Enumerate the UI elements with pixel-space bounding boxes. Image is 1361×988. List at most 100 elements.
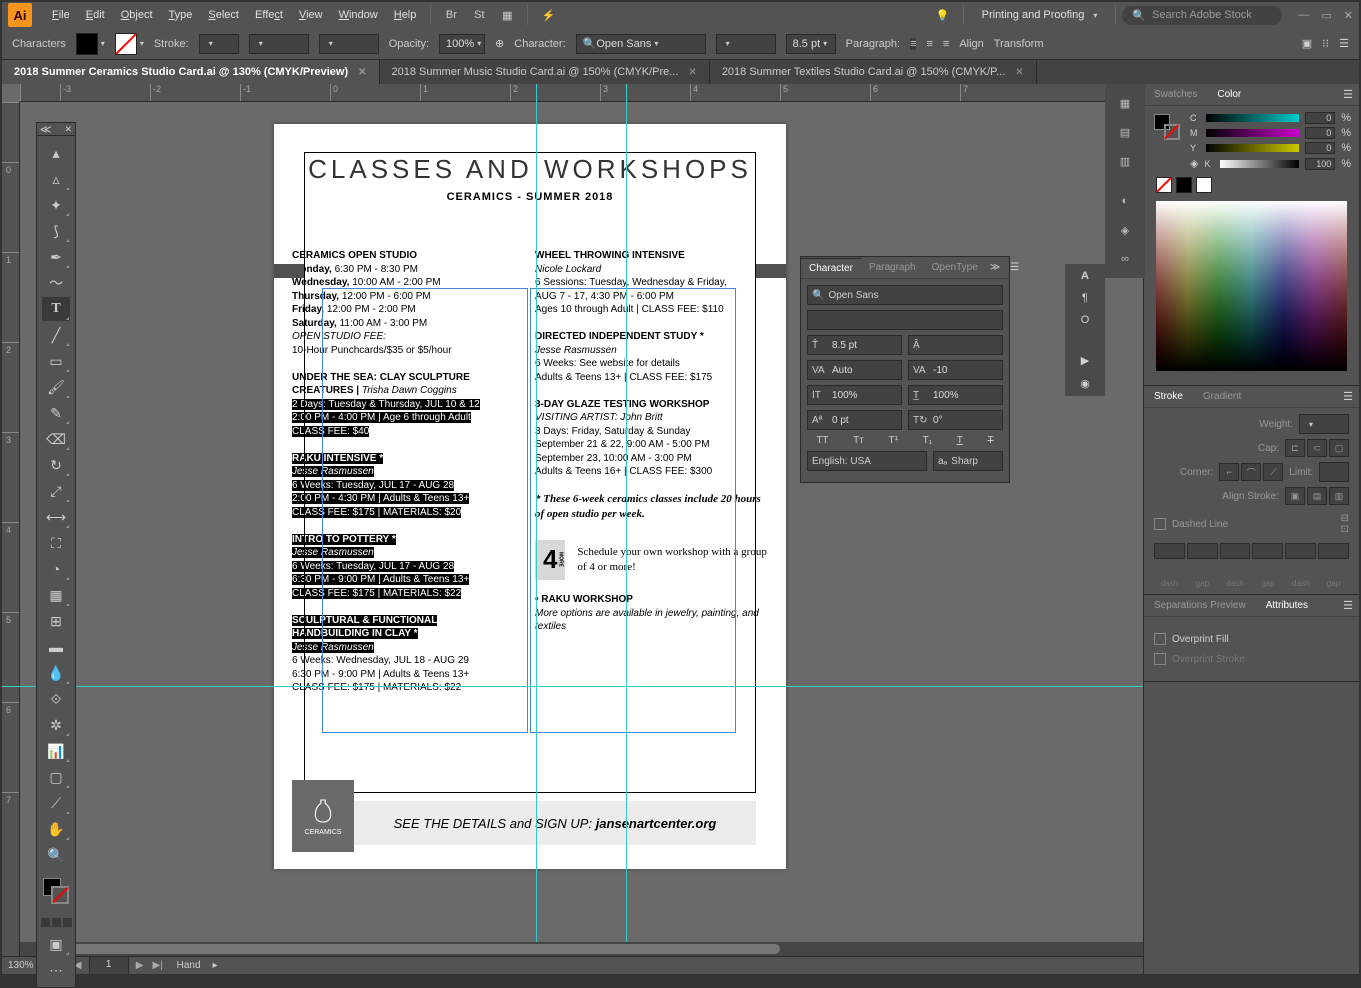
align-left-icon[interactable]: ≡ (910, 38, 916, 50)
workspace-switcher[interactable]: Printing and Proofing (970, 5, 1110, 25)
para-icon[interactable]: ¶ (1082, 292, 1088, 304)
hand-tool[interactable]: ✋ (42, 817, 70, 841)
miter-limit[interactable] (1319, 462, 1349, 482)
panel-menu-icon[interactable]: ☰ (1337, 390, 1359, 403)
play-icon[interactable]: ▶ (1081, 354, 1089, 367)
fill-swatch[interactable] (76, 33, 105, 55)
stroke-tab[interactable]: Stroke (1144, 387, 1193, 406)
tracking-field[interactable]: VA (908, 360, 1003, 380)
gradient-tab[interactable]: Gradient (1193, 387, 1251, 406)
panel-menu-icon[interactable]: ☰ (1337, 599, 1359, 612)
arrange-icon[interactable]: ▦ (495, 3, 519, 27)
black-slider[interactable] (1220, 160, 1299, 168)
last-artboard-icon[interactable]: ▶| (151, 960, 165, 971)
corner-bevel-icon[interactable]: ⟋ (1263, 463, 1283, 481)
menu-edit[interactable]: Edit (78, 4, 113, 26)
lasso-tool[interactable]: ⟆ (42, 219, 70, 243)
scale-tool[interactable]: ⤢ (42, 479, 70, 503)
opentype-panel-tab[interactable]: OpenType (924, 258, 986, 277)
color-spectrum[interactable] (1156, 201, 1347, 371)
align-outside-icon[interactable]: ▥ (1329, 487, 1349, 505)
font-style-field[interactable] (807, 310, 1003, 330)
links-icon[interactable]: ∞ (1111, 246, 1139, 272)
superscript-icon[interactable]: T¹ (889, 435, 898, 446)
artboard-number[interactable]: 1 (89, 956, 129, 975)
edit-toolbar[interactable]: ⋯ (42, 958, 70, 982)
properties-icon[interactable]: ▦ (1111, 90, 1139, 116)
magenta-slider[interactable] (1206, 129, 1299, 137)
font-family-input[interactable]: 🔍 Open Sans (576, 34, 706, 54)
minimize-icon[interactable]: — (1298, 9, 1309, 22)
vscale-field[interactable]: IT (807, 385, 902, 405)
color-mode-buttons[interactable] (41, 918, 72, 927)
dash-preserve-icon[interactable]: ⊟ (1341, 513, 1349, 524)
hscale-field[interactable]: T̲ (908, 385, 1003, 405)
bridge-icon[interactable]: Br (439, 3, 463, 27)
underline-icon[interactable]: T (957, 435, 963, 446)
shape-builder-tool[interactable]: ◔ (42, 557, 70, 581)
line-tool[interactable]: ╱ (42, 323, 70, 347)
doc-tab-1[interactable]: 2018 Summer Ceramics Studio Card.ai @ 13… (2, 60, 380, 84)
none-swatch[interactable] (1156, 177, 1172, 193)
next-artboard-icon[interactable]: ▶ (133, 960, 147, 971)
blend-tool[interactable]: ⟐ (42, 687, 70, 711)
pen-tool[interactable]: ✒ (42, 245, 70, 269)
close-tab-icon[interactable]: ✕ (688, 67, 696, 78)
gpu-icon[interactable]: ⚡ (536, 3, 560, 27)
char-icon[interactable]: A (1081, 270, 1089, 282)
profile-input[interactable] (319, 34, 379, 54)
menu-view[interactable]: View (291, 4, 331, 26)
close-tab-icon[interactable]: ✕ (358, 67, 366, 78)
color-fill-stroke[interactable] (1154, 114, 1180, 140)
search-input[interactable]: 🔍 Search Adobe Stock (1122, 6, 1282, 25)
font-size-field[interactable]: T̂ (807, 335, 902, 355)
direct-selection-tool[interactable]: ▵ (42, 167, 70, 191)
scrollbar-horizontal[interactable] (20, 942, 1143, 956)
opacity-input[interactable]: 100% (439, 34, 485, 54)
align-center-icon[interactable]: ≡ (926, 38, 932, 50)
graph-tool[interactable]: 📊 (42, 739, 70, 763)
rotation-field[interactable]: T↻ (908, 410, 1003, 430)
char-panel-tab[interactable]: Character (801, 258, 861, 278)
corner-round-icon[interactable]: ⌒ (1241, 463, 1261, 481)
allcaps-icon[interactable]: TT (816, 435, 828, 446)
language-field[interactable]: English: USA (807, 451, 927, 471)
attributes-tab[interactable]: Attributes (1256, 596, 1318, 615)
collapse-icon[interactable]: ≫ (986, 262, 1004, 273)
para-panel-tab[interactable]: Paragraph (861, 258, 924, 277)
panel-menu-icon[interactable]: ☰ (1337, 88, 1359, 101)
color-tab[interactable]: Color (1207, 85, 1251, 104)
perspective-tool[interactable]: ▦ (42, 583, 70, 607)
align-center-icon[interactable]: ▣ (1285, 487, 1305, 505)
rectangle-tool[interactable]: ▭ (42, 349, 70, 373)
cube-icon[interactable]: ◈ (1190, 157, 1198, 170)
canvas[interactable]: -3-2-101234567 01234567 CLASSES AND WORK… (2, 84, 1143, 974)
stock-icon[interactable]: St (467, 3, 491, 27)
subscript-icon[interactable]: T₁ (923, 435, 932, 446)
yellow-slider[interactable] (1206, 144, 1299, 152)
menu-file[interactable]: File (44, 4, 78, 26)
close-icon[interactable]: ✕ (1344, 9, 1353, 22)
maximize-icon[interactable]: ▭ (1321, 9, 1331, 22)
white-swatch[interactable] (1196, 177, 1212, 193)
rotate-tool[interactable]: ↻ (42, 453, 70, 477)
fill-stroke-indicator[interactable] (41, 876, 71, 906)
curvature-tool[interactable]: 〜 (42, 271, 70, 295)
cyan-slider[interactable] (1206, 114, 1299, 122)
font-style-input[interactable] (716, 34, 776, 54)
menu-help[interactable]: Help (386, 4, 425, 26)
menu-select[interactable]: Select (200, 4, 247, 26)
recolor-icon[interactable]: ⊕ (495, 37, 504, 50)
mesh-tool[interactable]: ⊞ (42, 609, 70, 633)
corner-miter-icon[interactable]: ⌐ (1219, 463, 1239, 481)
doc-tab-3[interactable]: 2018 Summer Textiles Studio Card.ai @ 15… (710, 60, 1037, 84)
kerning-field[interactable]: VA (807, 360, 902, 380)
type-tool[interactable]: T (42, 297, 70, 321)
eyedropper-tool[interactable]: 💧 (42, 661, 70, 685)
cap-butt-icon[interactable]: ⊏ (1285, 439, 1305, 457)
menu-type[interactable]: Type (161, 4, 201, 26)
dash-align-icon[interactable]: ⊡ (1341, 524, 1349, 535)
symbol-sprayer-tool[interactable]: ✲ (42, 713, 70, 737)
artboard-tool[interactable]: ▢ (42, 765, 70, 789)
libraries-icon[interactable]: ▤ (1111, 119, 1139, 145)
